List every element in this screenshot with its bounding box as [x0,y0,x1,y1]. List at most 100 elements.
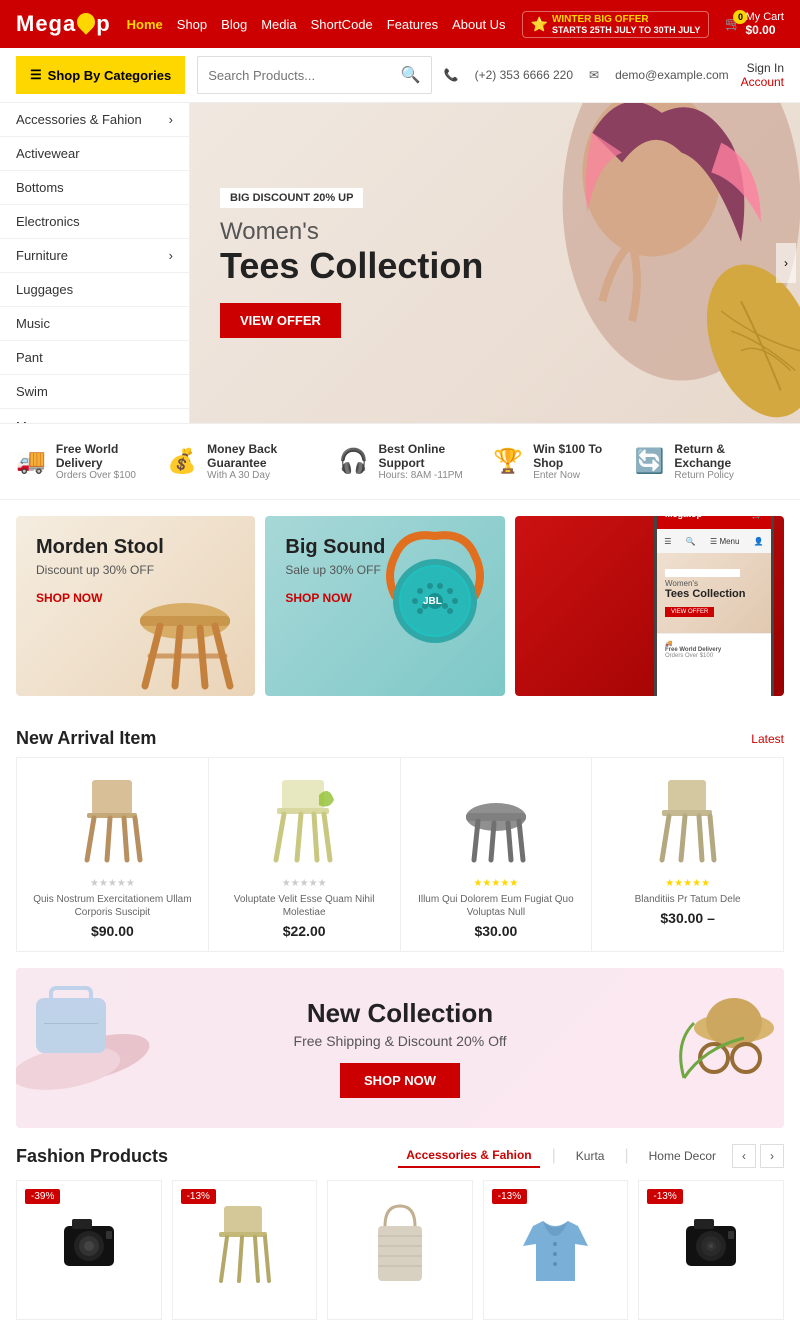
fashion-image-5 [649,1191,773,1301]
hero-banner: BIG DISCOUNT 20% UP Women's Tees Collect… [190,103,800,423]
trophy-icon: 🏆 [493,447,523,476]
product-image-1 [29,770,196,870]
phone-logo: Megatop [665,516,702,519]
stool-title: Morden Stool [36,536,235,559]
cart-area[interactable]: 🛒 0 My Cart $0.00 [725,11,784,37]
hero-section: Accessories & Fahion› Activewear Bottoms… [0,103,800,423]
feature-return-title: Return & Exchange [674,442,784,470]
feature-win-title: Win $100 To Shop [533,442,634,470]
winter-offer-badge: ⭐ WINTER BIG OFFER STARTS 25TH JULY TO 3… [522,11,710,38]
features-bar: 🚚 Free World Delivery Orders Over $100 💰… [0,423,800,500]
phone-device: Megatop 🛒 ☰ 🔍 ☰ Menu 👤 BIG DISCOUNT 20% … [654,516,774,696]
feature-support: 🎧 Best Online Support Hours: 8AM -11PM [339,442,494,481]
stool-shop-now[interactable]: SHOP NOW [36,591,102,605]
sidebar-item-activewear[interactable]: Activewear [0,137,189,171]
feature-return-sub: Return Policy [674,470,784,481]
sidebar-item-electronics[interactable]: Electronics [0,205,189,239]
sidebar-item-more[interactable]: More▾ [0,409,189,423]
product-image-3 [413,770,580,870]
phone-header: Megatop 🛒 [657,516,771,529]
collection-title: New Collection [56,998,744,1029]
winter-offer-title: WINTER BIG OFFER [552,14,700,25]
tab-kurta[interactable]: Kurta [568,1145,613,1167]
cart-label: My Cart $0.00 [745,11,784,37]
sign-in-button[interactable]: Sign In Account [741,61,784,89]
nav-home[interactable]: Home [127,17,163,32]
cart-icon-wrap: 🛒 0 [725,16,741,32]
hero-next-arrow[interactable]: › [776,243,796,283]
new-arrival-header: New Arrival Item Latest [0,712,800,757]
product-card-2: ★★★★★ Voluptate Velit Esse Quam Nihil Mo… [209,757,401,952]
discount-tag-1: -39% [25,1189,60,1204]
logo-text-2: p [96,11,110,37]
fashion-prev-button[interactable]: ‹ [732,1144,756,1168]
nav-shop[interactable]: Shop [177,17,207,32]
product-stars-1: ★★★★★ [29,878,196,889]
sidebar-item-swim[interactable]: Swim [0,375,189,409]
tab-home-decor[interactable]: Home Decor [641,1145,724,1167]
fashion-navigation: ‹ › [732,1144,784,1168]
collection-shop-now-button[interactable]: SHOP NOW [340,1063,460,1098]
fashion-products-grid: -39% -13% [16,1180,784,1320]
search-bar: ☰ Shop By Categories 🔍 📞 (+2) 353 6666 2… [0,48,800,103]
feature-delivery: 🚚 Free World Delivery Orders Over $100 [16,442,167,481]
phone-screen: Megatop 🛒 ☰ 🔍 ☰ Menu 👤 BIG DISCOUNT 20% … [657,516,771,696]
phone-cart-icon: 🛒 [752,516,763,520]
product-card-4: ★★★★★ Blanditiis Pr Tatum Dele $30.00 – [592,757,784,952]
new-arrival-link[interactable]: Latest [751,732,784,746]
speaker-sub: Sale up 30% OFF [285,563,484,577]
product-desc-2: Voluptate Velit Esse Quam Nihil Molestia… [221,893,388,919]
feature-win: 🏆 Win $100 To Shop Enter Now [493,442,634,481]
sidebar-item-furniture[interactable]: Furniture› [0,239,189,273]
feature-money-back-sub: With A 30 Day [207,470,338,481]
phone-menu-icon: ☰ [664,537,671,546]
collection-center: New Collection Free Shipping & Discount … [56,998,744,1098]
logo-text: Mega [16,11,76,37]
nav-about[interactable]: About Us [452,17,505,32]
stool-sub: Discount up 30% OFF [36,563,235,577]
product-price-3: $30.00 [413,923,580,939]
support-icon: 🎧 [339,447,369,476]
fashion-image-3 [338,1191,462,1301]
sidebar-item-pant[interactable]: Pant [0,341,189,375]
top-bar: Mega p Home Shop Blog Media ShortCode Fe… [0,0,800,48]
product-price-1: $90.00 [29,923,196,939]
sidebar-item-accessories[interactable]: Accessories & Fahion› [0,103,189,137]
sidebar-item-luggages[interactable]: Luggages [0,273,189,307]
phone-delivery-sub: Orders Over $100 [665,653,763,659]
nav-features[interactable]: Features [387,17,438,32]
category-label: Shop By Categories [48,68,172,83]
fashion-section: Fashion Products Accessories & Fahion | … [0,1144,800,1320]
view-offer-button[interactable]: VIEW OFFER [220,303,341,338]
sidebar-item-bottoms[interactable]: Bottoms [0,171,189,205]
fashion-next-button[interactable]: › [760,1144,784,1168]
phone-feature-delivery: 🚚 Free World Delivery Orders Over $100 [657,633,771,665]
product-desc-4: Blanditiis Pr Tatum Dele [604,893,771,906]
nav-blog[interactable]: Blog [221,17,247,32]
product-price-2: $22.00 [221,923,388,939]
phone-number: (+2) 353 6666 220 [475,68,573,82]
product-card-1: ★★★★★ Quis Nostrum Exercitationem Ullam … [16,757,209,952]
tab-accessories[interactable]: Accessories & Fahion [398,1144,539,1168]
fashion-tabs: Accessories & Fahion | Kurta | Home Deco… [398,1144,724,1168]
search-input[interactable] [208,68,401,83]
email-icon: ✉ [589,68,599,82]
nav-media[interactable]: Media [261,17,296,32]
sidebar-item-music[interactable]: Music [0,307,189,341]
nav-shortcode[interactable]: ShortCode [311,17,373,32]
fashion-image-4 [494,1191,618,1301]
category-button[interactable]: ☰ Shop By Categories [16,56,185,94]
delivery-icon: 🚚 [16,447,46,476]
fashion-card-5: -13% [638,1180,784,1320]
product-image-2 [221,770,388,870]
logo[interactable]: Mega p [16,11,111,37]
fashion-image-2 [183,1191,307,1301]
speaker-shop-now[interactable]: SHOP NOW [285,591,351,605]
winter-offer-dates: STARTS 25TH JULY TO 30TH JULY [552,25,700,35]
hero-title: Tees Collection [220,246,483,286]
search-icon[interactable]: 🔍 [401,65,421,85]
product-price-4: $30.00 – [604,910,771,926]
phone-view-offer-btn: VIEW OFFER [665,607,714,617]
email-address: demo@example.com [615,68,729,82]
new-arrival-title: New Arrival Item [16,728,156,749]
